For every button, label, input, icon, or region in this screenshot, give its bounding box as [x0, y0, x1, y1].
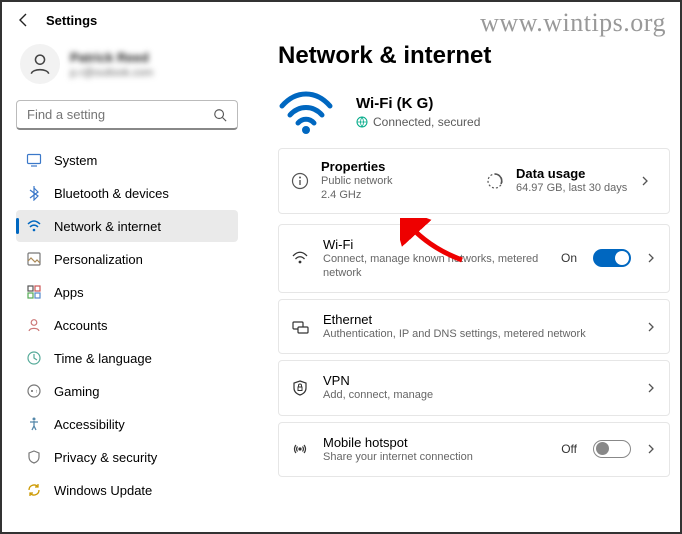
globe-icon	[356, 116, 368, 128]
sidebar-item-accounts[interactable]: Accounts	[16, 309, 238, 341]
hotspot-card-title: Mobile hotspot	[323, 435, 547, 450]
header-title: Settings	[46, 13, 97, 28]
ethernet-icon	[291, 318, 309, 336]
sidebar-item-label: Accessibility	[54, 417, 125, 432]
sidebar-item-label: Time & language	[54, 351, 152, 366]
vpn-card-title: VPN	[323, 373, 631, 388]
page-title: Network & internet	[278, 42, 670, 70]
shield-icon	[26, 449, 42, 465]
apps-icon	[26, 284, 42, 300]
user-name: Patrick Reed	[70, 50, 153, 65]
data-usage-line1: 64.97 GB, last 30 days	[516, 181, 627, 195]
sidebar-item-label: System	[54, 153, 97, 168]
mobile-hotspot-card[interactable]: Mobile hotspot Share your internet conne…	[278, 422, 670, 477]
properties-title: Properties	[321, 159, 393, 174]
sidebar-item-time[interactable]: Time & language	[16, 342, 238, 374]
sidebar-item-label: Privacy & security	[54, 450, 157, 465]
ethernet-card-sub: Authentication, IP and DNS settings, met…	[323, 327, 631, 341]
hotspot-toggle[interactable]	[593, 440, 631, 458]
nav-list: System Bluetooth & devices Network & int…	[16, 144, 238, 506]
sidebar-item-personalization[interactable]: Personalization	[16, 243, 238, 275]
sidebar-item-accessibility[interactable]: Accessibility	[16, 408, 238, 440]
chevron-right-icon	[639, 175, 651, 187]
update-icon	[26, 482, 42, 498]
properties-button[interactable]: Properties Public network 2.4 GHz	[279, 149, 474, 213]
wifi-status: Connected, secured	[356, 115, 480, 129]
user-icon	[27, 51, 53, 77]
ethernet-card[interactable]: Ethernet Authentication, IP and DNS sett…	[278, 299, 670, 354]
wifi-card-sub: Connect, manage known networks, metered …	[323, 252, 547, 281]
data-usage-button[interactable]: Data usage 64.97 GB, last 30 days	[474, 149, 669, 213]
wifi-icon	[26, 218, 42, 234]
user-email: p.r@outlook.com	[70, 67, 153, 79]
wifi-hero: Wi-Fi (K G) Connected, secured	[278, 88, 670, 136]
properties-line2: 2.4 GHz	[321, 188, 393, 202]
sidebar-item-label: Gaming	[54, 384, 100, 399]
wifi-toggle-label: On	[561, 251, 577, 265]
system-icon	[26, 152, 42, 168]
main-content: Network & internet Wi-Fi (K G) Connected…	[248, 34, 680, 526]
personalization-icon	[26, 251, 42, 267]
sidebar-item-update[interactable]: Windows Update	[16, 474, 238, 506]
sidebar-item-system[interactable]: System	[16, 144, 238, 176]
info-icon	[291, 172, 309, 190]
window-header: Settings	[2, 2, 680, 34]
sidebar-item-label: Apps	[54, 285, 84, 300]
vpn-card[interactable]: VPN Add, connect, manage	[278, 360, 670, 415]
search-icon	[213, 108, 227, 122]
sidebar-item-gaming[interactable]: Gaming	[16, 375, 238, 407]
sidebar: Patrick Reed p.r@outlook.com System Blue…	[2, 34, 248, 526]
back-arrow-icon[interactable]	[16, 12, 32, 28]
wifi-card[interactable]: Wi-Fi Connect, manage known networks, me…	[278, 224, 670, 294]
sidebar-item-label: Network & internet	[54, 219, 161, 234]
ethernet-card-title: Ethernet	[323, 312, 631, 327]
hotspot-toggle-label: Off	[561, 442, 577, 456]
bluetooth-icon	[26, 185, 42, 201]
wifi-toggle[interactable]	[593, 249, 631, 267]
sidebar-item-apps[interactable]: Apps	[16, 276, 238, 308]
search-box[interactable]	[16, 100, 238, 130]
data-usage-title: Data usage	[516, 166, 627, 181]
user-block[interactable]: Patrick Reed p.r@outlook.com	[16, 40, 238, 98]
sidebar-item-privacy[interactable]: Privacy & security	[16, 441, 238, 473]
sidebar-item-network[interactable]: Network & internet	[16, 210, 238, 242]
sidebar-item-bluetooth[interactable]: Bluetooth & devices	[16, 177, 238, 209]
wifi-icon	[291, 249, 309, 267]
hotspot-icon	[291, 440, 309, 458]
wifi-ssid: Wi-Fi (K G)	[356, 95, 480, 112]
top-info-row: Properties Public network 2.4 GHz Data u…	[278, 148, 670, 214]
vpn-shield-icon	[291, 379, 309, 397]
vpn-card-sub: Add, connect, manage	[323, 388, 631, 402]
wifi-status-text: Connected, secured	[373, 115, 480, 129]
clock-icon	[26, 350, 42, 366]
search-input[interactable]	[27, 107, 213, 122]
gaming-icon	[26, 383, 42, 399]
wifi-card-title: Wi-Fi	[323, 237, 547, 252]
properties-line1: Public network	[321, 174, 393, 188]
chevron-right-icon	[645, 321, 657, 333]
accessibility-icon	[26, 416, 42, 432]
chevron-right-icon	[645, 252, 657, 264]
sidebar-item-label: Windows Update	[54, 483, 152, 498]
sidebar-item-label: Bluetooth & devices	[54, 186, 169, 201]
data-usage-icon	[486, 172, 504, 190]
chevron-right-icon	[645, 443, 657, 455]
sidebar-item-label: Accounts	[54, 318, 107, 333]
wifi-large-icon	[278, 88, 334, 136]
accounts-icon	[26, 317, 42, 333]
avatar	[20, 44, 60, 84]
hotspot-card-sub: Share your internet connection	[323, 450, 547, 464]
sidebar-item-label: Personalization	[54, 252, 143, 267]
chevron-right-icon	[645, 382, 657, 394]
